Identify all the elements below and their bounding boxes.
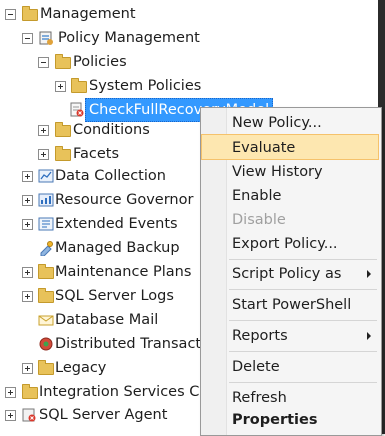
folder-icon (38, 360, 54, 375)
expand-toggle-icon[interactable] (22, 363, 33, 374)
tree-node-managed-backup[interactable]: Managed Backup (0, 236, 200, 260)
expand-toggle-icon[interactable] (22, 171, 33, 182)
folder-icon (38, 264, 54, 279)
tree-label: Extended Events (55, 216, 178, 232)
context-menu: New Policy... Evaluate View History Enab… (200, 107, 382, 436)
menu-item-export-policy[interactable]: Export Policy... (201, 231, 379, 257)
menu-item-label: Disable (232, 212, 286, 228)
menu-item-script-policy-as[interactable]: Script Policy as (201, 261, 379, 287)
expand-toggle-icon[interactable] (38, 125, 49, 136)
tree-label: Database Mail (55, 312, 159, 328)
menu-item-disable: Disable (201, 207, 379, 233)
tree-label: Resource Governor (55, 192, 194, 208)
menu-separator (229, 382, 377, 383)
menu-separator (229, 259, 377, 260)
tree-label: Data Collection (55, 168, 166, 184)
tree-node-policies[interactable]: Policies (0, 50, 240, 74)
menu-item-enable[interactable]: Enable (201, 183, 379, 209)
tree-label: Management (40, 6, 136, 22)
menu-item-properties[interactable]: Properties (201, 407, 379, 433)
expand-toggle-icon[interactable] (22, 267, 33, 278)
tree-node-policy-management[interactable]: Policy Management (0, 26, 240, 50)
distributed-transaction-icon (39, 337, 53, 351)
tree-label: SQL Server Logs (55, 288, 174, 304)
tree-node-data-collection[interactable]: Data Collection (0, 164, 200, 188)
database-mail-icon (38, 315, 54, 326)
menu-separator (229, 351, 377, 352)
policy-management-icon (39, 31, 53, 45)
tree-node-management[interactable]: Management (0, 2, 240, 26)
menu-item-reports[interactable]: Reports (201, 323, 379, 349)
tree-node-conditions[interactable]: Conditions (0, 118, 200, 142)
folder-icon (71, 78, 87, 93)
menu-item-label: Start PowerShell (232, 297, 352, 313)
folder-icon (55, 122, 71, 137)
menu-item-label: Export Policy... (232, 236, 338, 252)
collapse-toggle-icon[interactable] (5, 9, 16, 20)
submenu-arrow-icon (367, 270, 371, 278)
data-collection-icon (38, 169, 54, 183)
menu-item-delete[interactable]: Delete (201, 354, 379, 380)
resource-governor-icon (38, 193, 54, 207)
extended-events-icon (38, 217, 54, 231)
tree-label: Legacy (55, 360, 107, 376)
folder-icon (38, 288, 54, 303)
collapse-toggle-icon[interactable] (22, 33, 33, 44)
folder-icon (22, 384, 38, 399)
tree-node-maintenance-plans[interactable]: Maintenance Plans (0, 260, 200, 284)
tree-label: Policy Management (58, 30, 200, 46)
managed-backup-icon (40, 241, 53, 256)
expand-toggle-icon[interactable] (22, 195, 33, 206)
folder-icon (55, 54, 71, 69)
expand-toggle-icon[interactable] (22, 219, 33, 230)
menu-item-label: New Policy... (232, 115, 322, 131)
expand-toggle-icon[interactable] (55, 81, 66, 92)
tree-node-legacy[interactable]: Legacy (0, 356, 200, 380)
tree-node-integration-services-catalogs[interactable]: Integration Services Cata (0, 380, 200, 404)
expand-toggle-icon[interactable] (22, 291, 33, 302)
expand-toggle-icon[interactable] (5, 410, 16, 421)
menu-item-label: Delete (232, 359, 280, 375)
menu-item-new-policy[interactable]: New Policy... (201, 110, 379, 136)
menu-item-label: View History (232, 164, 323, 180)
menu-separator (229, 289, 377, 290)
tree-label: Conditions (73, 122, 150, 138)
tree-label: SQL Server Agent (39, 407, 168, 423)
sql-server-agent-icon (22, 408, 36, 422)
tree-label: Maintenance Plans (55, 264, 192, 280)
menu-item-label: Properties (232, 412, 318, 428)
tree-label: Distributed Transaction (55, 336, 200, 352)
expand-toggle-icon[interactable] (5, 387, 16, 398)
tree-node-system-policies[interactable]: System Policies (0, 74, 240, 98)
tree-node-resource-governor[interactable]: Resource Governor (0, 188, 200, 212)
menu-item-label: Enable (232, 188, 282, 204)
tree-label: Policies (73, 54, 127, 70)
policy-icon (70, 102, 84, 117)
tree-node-sql-server-agent[interactable]: SQL Server Agent (0, 403, 200, 427)
menu-item-label: Script Policy as (232, 266, 342, 282)
menu-item-start-powershell[interactable]: Start PowerShell (201, 292, 379, 318)
tree-node-sql-server-logs[interactable]: SQL Server Logs (0, 284, 200, 308)
tree-label: Integration Services Cata (39, 384, 200, 400)
folder-icon (22, 6, 38, 21)
tree-label: System Policies (89, 78, 202, 94)
collapse-toggle-icon[interactable] (38, 57, 49, 68)
submenu-arrow-icon (367, 332, 371, 340)
menu-item-label: Reports (232, 328, 288, 344)
folder-icon (55, 146, 71, 161)
tree-label: Managed Backup (55, 240, 180, 256)
tree-node-facets[interactable]: Facets (0, 142, 200, 166)
tree-node-extended-events[interactable]: Extended Events (0, 212, 200, 236)
menu-item-label: Evaluate (232, 140, 296, 156)
tree-label: Facets (73, 146, 120, 162)
tree-node-distributed-transaction[interactable]: Distributed Transaction (0, 332, 200, 356)
expand-toggle-icon[interactable] (38, 149, 49, 160)
tree-node-database-mail[interactable]: Database Mail (0, 308, 200, 332)
menu-item-view-history[interactable]: View History (201, 159, 379, 185)
menu-separator (229, 320, 377, 321)
menu-item-evaluate[interactable]: Evaluate (201, 134, 379, 160)
